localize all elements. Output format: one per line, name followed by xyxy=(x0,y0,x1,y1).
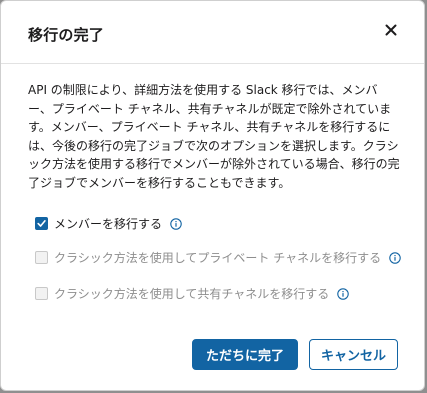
close-icon xyxy=(385,24,397,36)
dialog-description: API の制限により、詳細方法を使用する Slack 移行では、メンバー、プライ… xyxy=(28,83,400,190)
migration-complete-dialog: 移行の完了 API の制限により、詳細方法を使用する Slack 移行では、メン… xyxy=(0,0,425,391)
migrate-private-channels-checkbox xyxy=(35,251,48,264)
migrate-members-label: メンバーを移行する xyxy=(54,217,163,231)
info-icon[interactable] xyxy=(337,287,350,300)
migrate-shared-channels-label: クラシック方法を使用して共有チャネルを移行する xyxy=(54,287,330,301)
close-button[interactable] xyxy=(382,21,400,39)
option-migrate-private-channels: クラシック方法を使用してプライベート チャネルを移行する xyxy=(35,249,401,266)
checkmark-icon xyxy=(37,220,46,227)
header-divider xyxy=(1,63,424,64)
info-icon[interactable] xyxy=(170,217,182,230)
dialog-title: 移行の完了 xyxy=(28,26,105,44)
migrate-shared-channels-checkbox xyxy=(35,287,48,300)
migrate-private-channels-label: クラシック方法を使用してプライベート チャネルを移行する xyxy=(54,251,382,265)
complete-now-button[interactable]: ただちに完了 xyxy=(192,339,298,370)
option-migrate-members[interactable]: メンバーを移行する xyxy=(35,215,182,232)
migrate-members-checkbox[interactable] xyxy=(35,217,48,230)
option-migrate-shared-channels: クラシック方法を使用して共有チャネルを移行する xyxy=(35,285,350,302)
cancel-button[interactable]: キャンセル xyxy=(309,339,398,370)
info-icon[interactable] xyxy=(389,251,401,264)
